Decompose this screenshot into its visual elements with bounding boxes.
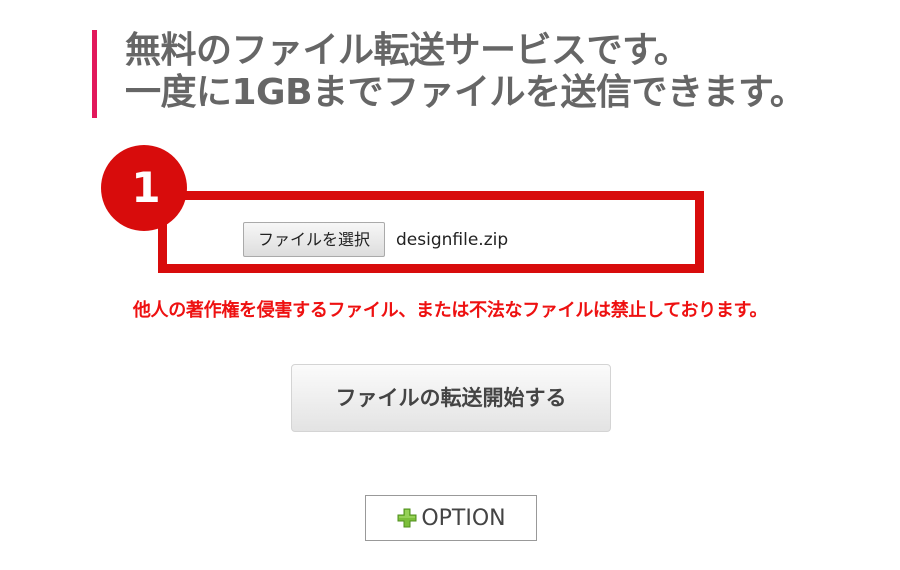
option-label: OPTION xyxy=(421,505,506,531)
headline-line-2: 一度に1GBまでファイルを送信できます。 xyxy=(125,72,806,113)
copyright-warning: 他人の著作権を侵害するファイル、または不法なファイルは禁止しております。 xyxy=(132,300,768,321)
step-number-badge: 1 xyxy=(101,145,187,231)
choose-file-button[interactable]: ファイルを選択 xyxy=(243,222,386,257)
headline: 無料のファイル転送サービスです。 一度に1GBまでファイルを送信できます。 xyxy=(92,30,806,118)
file-transfer-page: 無料のファイル転送サービスです。 一度に1GBまでファイルを送信できます。 1 … xyxy=(0,0,900,570)
headline-line-1: 無料のファイル転送サービスです。 xyxy=(125,30,690,71)
start-transfer-button[interactable]: ファイルの転送開始する xyxy=(291,364,611,432)
selected-file-name: designfile.zip xyxy=(396,229,509,250)
option-button[interactable]: OPTION xyxy=(365,495,537,541)
file-input-row: ファイルを選択 designfile.zip xyxy=(243,222,508,257)
plus-icon xyxy=(396,507,418,529)
